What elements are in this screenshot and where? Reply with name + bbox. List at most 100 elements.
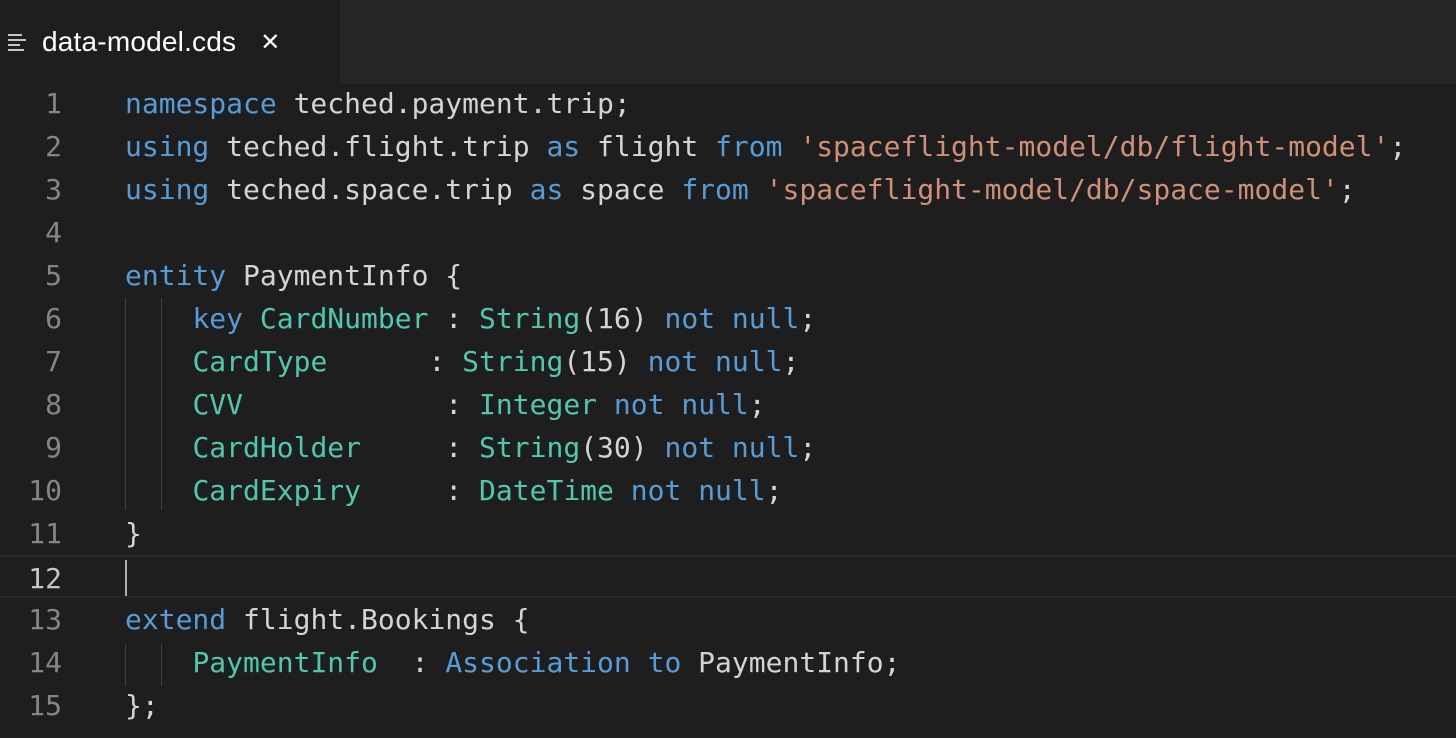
code-token: teched.payment.trip; bbox=[276, 87, 631, 120]
line-number: 10 bbox=[28, 474, 62, 507]
line-number: 6 bbox=[45, 302, 62, 335]
code-line[interactable]: 3 using teched.space.trip as space from '… bbox=[0, 168, 1456, 211]
code-text: CVV : Integer not null; bbox=[125, 383, 765, 426]
code-line[interactable]: 12 bbox=[0, 555, 1456, 598]
code-token: extend bbox=[125, 603, 227, 636]
code-text: using teched.space.trip as space from 's… bbox=[125, 168, 1356, 211]
code-text: namespace teched.payment.trip; bbox=[125, 82, 631, 125]
code-token: CardType bbox=[192, 345, 328, 378]
code-token: } bbox=[125, 517, 142, 550]
code-token: Association bbox=[445, 646, 631, 679]
code-line[interactable]: 8 CVV : Integer not null; bbox=[0, 383, 1456, 426]
code-token: using bbox=[125, 173, 210, 206]
line-number: 5 bbox=[45, 259, 62, 292]
code-token: ; bbox=[1389, 130, 1407, 163]
code-token: DateTime bbox=[479, 474, 614, 507]
code-token: not bbox=[664, 431, 716, 464]
code-token: String bbox=[479, 302, 581, 335]
code-text: using teched.flight.trip as flight from … bbox=[125, 125, 1406, 168]
line-number: 12 bbox=[28, 562, 62, 595]
code-line[interactable]: 11} bbox=[0, 512, 1456, 555]
code-token: using bbox=[125, 130, 210, 163]
code-token: ; bbox=[799, 302, 817, 335]
code-line[interactable]: 15}; bbox=[0, 684, 1456, 727]
code-token: PaymentInfo bbox=[192, 646, 378, 679]
code-token: ; bbox=[782, 345, 800, 378]
line-number: 15 bbox=[28, 689, 62, 722]
code-token: : bbox=[377, 646, 446, 679]
code-token: ; bbox=[1338, 173, 1356, 206]
line-number: 1 bbox=[45, 87, 62, 120]
code-token: as bbox=[546, 130, 581, 163]
code-token: (15) bbox=[563, 345, 648, 378]
code-token: : bbox=[361, 474, 480, 507]
code-token: not bbox=[647, 345, 699, 378]
code-token: flight.Bookings { bbox=[226, 603, 530, 636]
code-token: PaymentInfo { bbox=[226, 259, 463, 292]
code-token: String bbox=[479, 431, 581, 464]
code-area[interactable]: 1 namespace teched.payment.trip; 2 using te… bbox=[0, 84, 1456, 738]
code-line[interactable]: 13 extend flight.Bookings { bbox=[0, 598, 1456, 641]
code-token: (16) bbox=[580, 302, 665, 335]
line-number: 4 bbox=[45, 216, 62, 249]
code-token: CardExpiry bbox=[192, 474, 362, 507]
code-token: ; bbox=[799, 431, 817, 464]
code-token: to bbox=[647, 646, 682, 679]
code-text: entity PaymentInfo { bbox=[125, 254, 462, 297]
code-token: teched.flight.trip bbox=[226, 130, 530, 163]
line-number: 8 bbox=[45, 388, 62, 421]
tab-data-model[interactable]: data-model.cds ✕ bbox=[0, 0, 340, 84]
code-token: PaymentInfo; bbox=[681, 646, 901, 679]
code-line[interactable]: 1 namespace teched.payment.trip; bbox=[0, 82, 1456, 125]
code-line[interactable]: 7 CardType : String(15) not null; bbox=[0, 340, 1456, 383]
code-token: 'spaceflight-model/db/space-model' bbox=[765, 173, 1339, 206]
line-number: 9 bbox=[45, 431, 62, 464]
code-token: not bbox=[664, 302, 716, 335]
code-token: : bbox=[243, 388, 480, 421]
code-text: CardType : String(15) not null; bbox=[125, 340, 799, 383]
code-token: Integer bbox=[479, 388, 598, 421]
line-number: 3 bbox=[45, 173, 62, 206]
line-number: 7 bbox=[45, 345, 62, 378]
code-token: ; bbox=[765, 474, 783, 507]
line-number: 14 bbox=[28, 646, 62, 679]
code-token: not bbox=[630, 474, 682, 507]
code-token: not bbox=[613, 388, 665, 421]
code-line[interactable]: 4 bbox=[0, 211, 1456, 254]
code-line[interactable]: 14 PaymentInfo : Association to PaymentI… bbox=[0, 641, 1456, 684]
code-token: : bbox=[361, 431, 480, 464]
file-lines-icon bbox=[8, 32, 28, 52]
code-token: flight bbox=[597, 130, 699, 163]
line-number: 2 bbox=[45, 130, 62, 163]
code-line[interactable]: 6 key CardNumber : String(16) not null; bbox=[0, 297, 1456, 340]
code-token: (30) bbox=[580, 431, 665, 464]
code-line[interactable]: 9 CardHolder : String(30) not null; bbox=[0, 426, 1456, 469]
code-token: : bbox=[327, 345, 463, 378]
text-cursor bbox=[125, 560, 127, 596]
code-text: extend flight.Bookings { bbox=[125, 598, 530, 641]
code-token: }; bbox=[125, 689, 159, 722]
code-token: CardNumber bbox=[259, 302, 429, 335]
code-line[interactable]: 2 using teched.flight.trip as flight from… bbox=[0, 125, 1456, 168]
line-number: 13 bbox=[28, 603, 62, 636]
code-text: } bbox=[125, 512, 142, 555]
tab-title: data-model.cds bbox=[42, 26, 237, 57]
code-line[interactable]: 5 entity PaymentInfo { bbox=[0, 254, 1456, 297]
close-icon[interactable]: ✕ bbox=[260, 28, 280, 56]
code-line[interactable]: 10 CardExpiry : DateTime not null; bbox=[0, 469, 1456, 512]
